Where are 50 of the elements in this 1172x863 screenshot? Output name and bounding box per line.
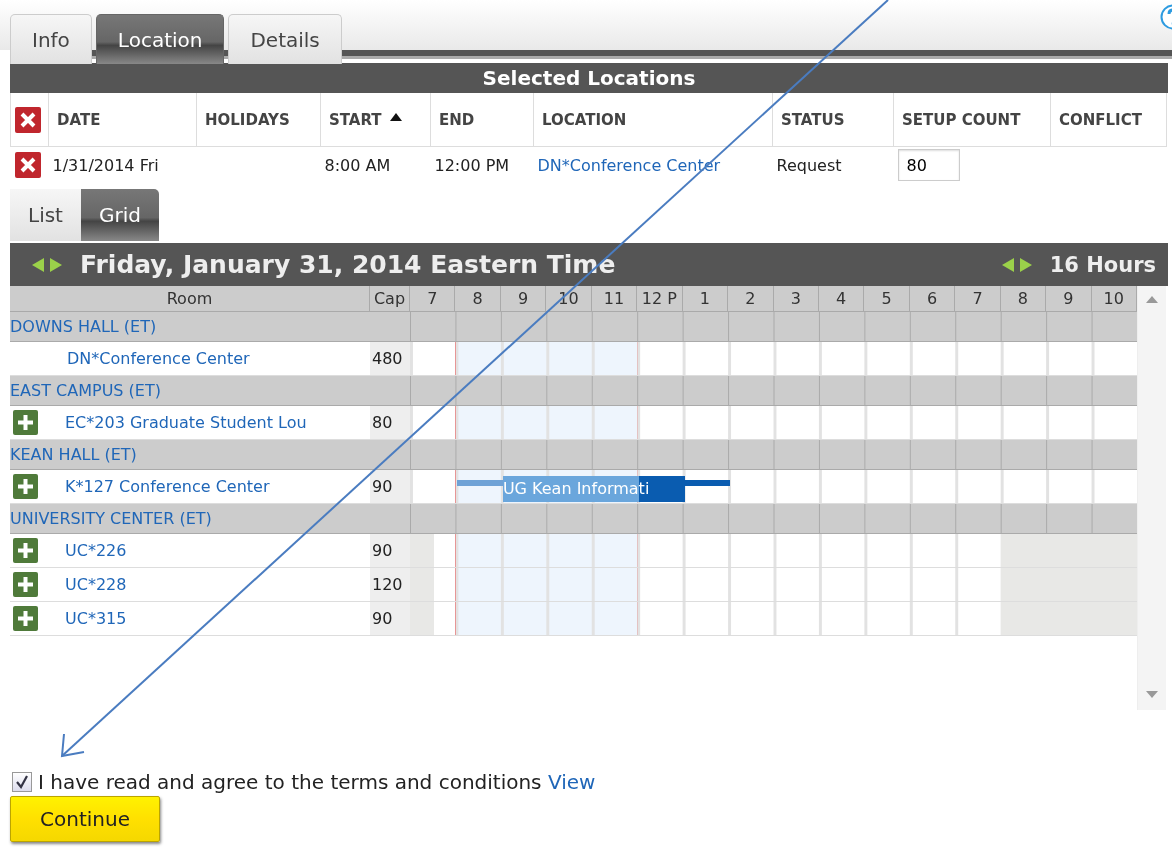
room-name[interactable]: UC*226 [65,541,127,560]
scroll-down-icon[interactable] [1146,691,1158,698]
add-icon[interactable] [13,410,38,435]
tab[interactable]: Location [95,14,225,64]
room-name[interactable]: UC*315 [65,609,127,628]
remove-icon[interactable] [14,152,41,178]
add-icon[interactable] [13,474,38,499]
scroll-up-icon[interactable] [1146,296,1158,303]
add-icon[interactable] [13,538,38,563]
tab[interactable]: Info [10,14,92,64]
column-header[interactable]: HOLIDAYS [196,93,321,147]
next-icon[interactable] [1019,257,1032,272]
table-cell: 1/31/2014 Fri [48,146,197,183]
tab[interactable]: Details [228,14,342,64]
next-icon[interactable] [50,257,62,272]
column-header[interactable]: STATUS [772,93,894,147]
add-icon[interactable] [13,606,38,631]
capacity: 120 [372,575,403,594]
add-icon[interactable] [13,572,38,597]
terms-checkbox[interactable] [12,772,32,792]
column-header[interactable]: START [320,93,431,147]
table-cell: Request [772,146,894,183]
continue-button[interactable]: Continue [10,796,160,842]
capacity: 90 [372,477,393,496]
remove-all-icon[interactable] [15,106,41,133]
column-header[interactable]: SETUP COUNT [893,93,1051,147]
column-header[interactable]: LOCATION [533,93,773,147]
terms-text: I have read and agree to the terms and conditions [38,770,542,794]
capacity: 80 [372,413,393,432]
column-header[interactable]: DATE [48,93,197,147]
column-header[interactable]: CONFLICT [1050,93,1167,147]
setup-count-field[interactable]: 80 [897,149,960,181]
capacity: 480 [372,349,403,368]
previous-icon[interactable] [32,257,44,272]
table-cell: 8:00 AM [320,146,431,183]
capacity: 90 [372,609,393,628]
capacity: 90 [372,541,393,560]
room-name[interactable]: UC*228 [65,575,127,594]
view-link[interactable]: View [547,770,596,794]
table-cell: 12:00 PM [430,146,534,183]
view-tab[interactable]: Grid [80,189,159,241]
room-name[interactable]: K*127 Conference Center [65,477,270,496]
room-name[interactable]: DN*Conference Center [67,349,250,368]
view-tab[interactable]: List [10,189,81,241]
scrollbar[interactable] [1137,286,1166,710]
room-name[interactable]: EC*203 Graduate Student Lou [65,413,307,432]
range-label[interactable]: 16 Hours [1049,252,1156,277]
section-title: Selected Locations [10,63,1168,93]
column-header[interactable]: END [430,93,534,147]
previous-icon[interactable] [1001,257,1014,272]
